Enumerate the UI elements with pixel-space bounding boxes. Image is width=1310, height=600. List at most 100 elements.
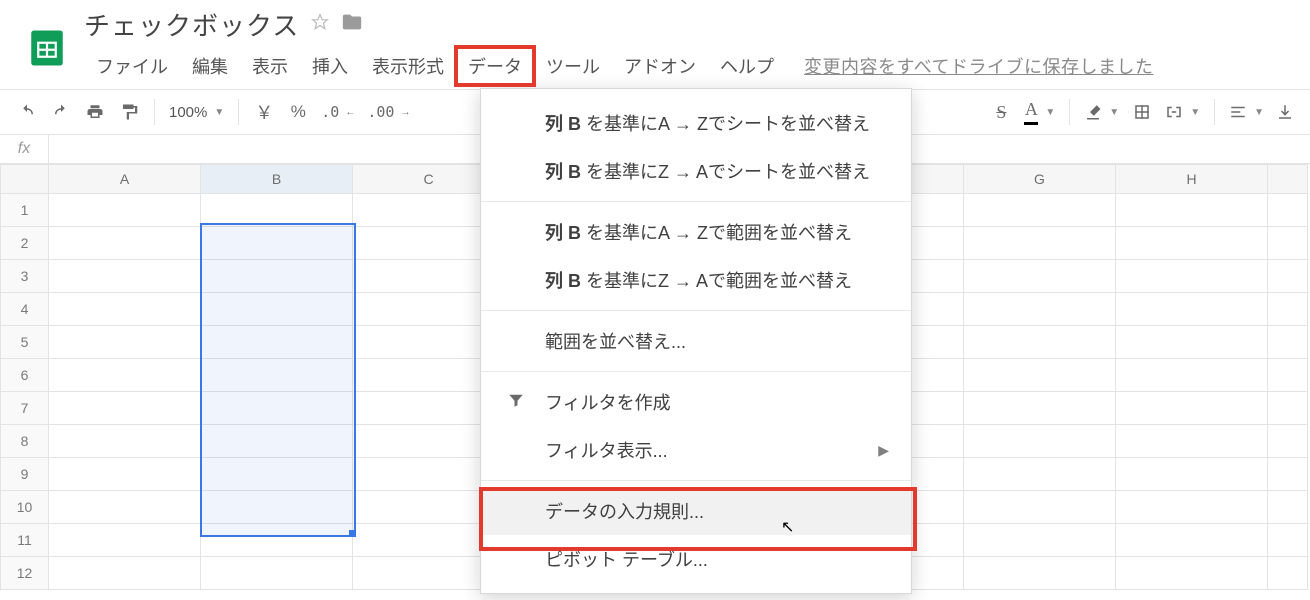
menu-sort-sheet-za[interactable]: 列 B を基準にZ → Aでシートを並べ替え bbox=[481, 147, 911, 195]
menu-sort-range-az[interactable]: 列 B を基準にA → Zで範囲を並べ替え bbox=[481, 208, 911, 256]
cell[interactable] bbox=[49, 293, 201, 326]
row-header[interactable]: 9 bbox=[1, 458, 49, 491]
cell[interactable] bbox=[201, 260, 353, 293]
cell[interactable] bbox=[1268, 359, 1308, 392]
cell[interactable] bbox=[1268, 326, 1308, 359]
horizontal-align-button[interactable]: ▼ bbox=[1223, 97, 1270, 127]
cell[interactable] bbox=[201, 293, 353, 326]
document-title[interactable]: チェックボックス bbox=[84, 6, 299, 43]
row-header[interactable]: 7 bbox=[1, 392, 49, 425]
row-header[interactable]: 3 bbox=[1, 260, 49, 293]
cell[interactable] bbox=[1116, 491, 1268, 524]
col-header-G[interactable]: G bbox=[964, 165, 1116, 194]
cell[interactable] bbox=[201, 458, 353, 491]
print-button[interactable] bbox=[78, 97, 112, 127]
cell[interactable] bbox=[49, 326, 201, 359]
folder-move-icon[interactable] bbox=[341, 11, 363, 38]
cell[interactable] bbox=[201, 359, 353, 392]
menu-help[interactable]: ヘルプ bbox=[708, 47, 786, 85]
fill-color-button[interactable]: ▼ bbox=[1078, 97, 1125, 127]
menu-tools[interactable]: ツール bbox=[534, 47, 612, 85]
menu-edit[interactable]: 編集 bbox=[180, 47, 240, 85]
cell[interactable] bbox=[1268, 392, 1308, 425]
col-header-B[interactable]: B bbox=[201, 165, 353, 194]
cell[interactable] bbox=[1116, 359, 1268, 392]
cell[interactable] bbox=[1116, 524, 1268, 557]
cell[interactable] bbox=[1116, 425, 1268, 458]
row-header[interactable]: 12 bbox=[1, 557, 49, 590]
cell[interactable] bbox=[49, 458, 201, 491]
merge-cells-button[interactable]: ▼ bbox=[1159, 97, 1206, 127]
cell[interactable] bbox=[1268, 194, 1308, 227]
cell[interactable] bbox=[1268, 458, 1308, 491]
menu-filter-views[interactable]: フィルタ表示... ▶ bbox=[481, 426, 911, 474]
cell[interactable] bbox=[964, 491, 1116, 524]
redo-button[interactable] bbox=[44, 97, 78, 127]
cell[interactable] bbox=[49, 194, 201, 227]
row-header[interactable]: 10 bbox=[1, 491, 49, 524]
menu-data-validation[interactable]: データの入力規則... ↖ bbox=[481, 487, 911, 535]
cell[interactable] bbox=[1116, 557, 1268, 590]
cell[interactable] bbox=[964, 557, 1116, 590]
cell[interactable] bbox=[201, 557, 353, 590]
cell[interactable] bbox=[1116, 458, 1268, 491]
col-header-A[interactable]: A bbox=[49, 165, 201, 194]
cell[interactable] bbox=[49, 491, 201, 524]
undo-button[interactable] bbox=[10, 97, 44, 127]
cell[interactable] bbox=[964, 392, 1116, 425]
percent-format-button[interactable]: % bbox=[281, 97, 315, 127]
cell[interactable] bbox=[49, 557, 201, 590]
cell[interactable] bbox=[201, 524, 353, 557]
borders-button[interactable] bbox=[1125, 97, 1159, 127]
cell[interactable] bbox=[1116, 227, 1268, 260]
row-header[interactable]: 1 bbox=[1, 194, 49, 227]
star-icon[interactable] bbox=[311, 13, 329, 36]
cell[interactable] bbox=[201, 326, 353, 359]
cell[interactable] bbox=[1116, 326, 1268, 359]
menu-addons[interactable]: アドオン bbox=[612, 47, 708, 85]
cell[interactable] bbox=[964, 293, 1116, 326]
cell[interactable] bbox=[49, 524, 201, 557]
menu-format[interactable]: 表示形式 bbox=[360, 47, 456, 85]
menu-file[interactable]: ファイル bbox=[84, 47, 180, 85]
cell[interactable] bbox=[201, 194, 353, 227]
decrease-decimal-button[interactable]: .0← bbox=[315, 97, 361, 127]
cell[interactable] bbox=[201, 425, 353, 458]
cell[interactable] bbox=[964, 260, 1116, 293]
menu-sort-sheet-az[interactable]: 列 B を基準にA → Zでシートを並べ替え bbox=[481, 99, 911, 147]
cell[interactable] bbox=[1268, 557, 1308, 590]
cell[interactable] bbox=[964, 524, 1116, 557]
cell[interactable] bbox=[1268, 260, 1308, 293]
strikethrough-button[interactable]: S bbox=[984, 97, 1018, 127]
menu-data[interactable]: データ bbox=[456, 47, 534, 85]
text-color-button[interactable]: A ▼ bbox=[1018, 97, 1061, 127]
cell[interactable] bbox=[964, 458, 1116, 491]
vertical-align-button[interactable] bbox=[1270, 97, 1300, 127]
menu-insert[interactable]: 挿入 bbox=[300, 47, 360, 85]
cell[interactable] bbox=[1268, 524, 1308, 557]
cell[interactable] bbox=[201, 392, 353, 425]
cell[interactable] bbox=[1268, 227, 1308, 260]
cell[interactable] bbox=[1268, 293, 1308, 326]
menu-create-filter[interactable]: フィルタを作成 bbox=[481, 378, 911, 426]
menu-sort-range-za[interactable]: 列 B を基準にZ → Aで範囲を並べ替え bbox=[481, 256, 911, 304]
cell[interactable] bbox=[1116, 392, 1268, 425]
save-status[interactable]: 変更内容をすべてドライブに保存しました bbox=[804, 53, 1154, 79]
cell[interactable] bbox=[964, 326, 1116, 359]
cell[interactable] bbox=[1268, 491, 1308, 524]
cell[interactable] bbox=[964, 194, 1116, 227]
col-header-H[interactable]: H bbox=[1116, 165, 1268, 194]
cell[interactable] bbox=[1268, 425, 1308, 458]
cell[interactable] bbox=[201, 491, 353, 524]
select-all-corner[interactable] bbox=[1, 165, 49, 194]
cell[interactable] bbox=[964, 425, 1116, 458]
row-header[interactable]: 4 bbox=[1, 293, 49, 326]
cell[interactable] bbox=[49, 359, 201, 392]
row-header[interactable]: 8 bbox=[1, 425, 49, 458]
cell[interactable] bbox=[201, 227, 353, 260]
cell[interactable] bbox=[49, 260, 201, 293]
cell[interactable] bbox=[1116, 293, 1268, 326]
menu-sort-range[interactable]: 範囲を並べ替え... bbox=[481, 317, 911, 365]
cell[interactable] bbox=[964, 227, 1116, 260]
cell[interactable] bbox=[49, 425, 201, 458]
